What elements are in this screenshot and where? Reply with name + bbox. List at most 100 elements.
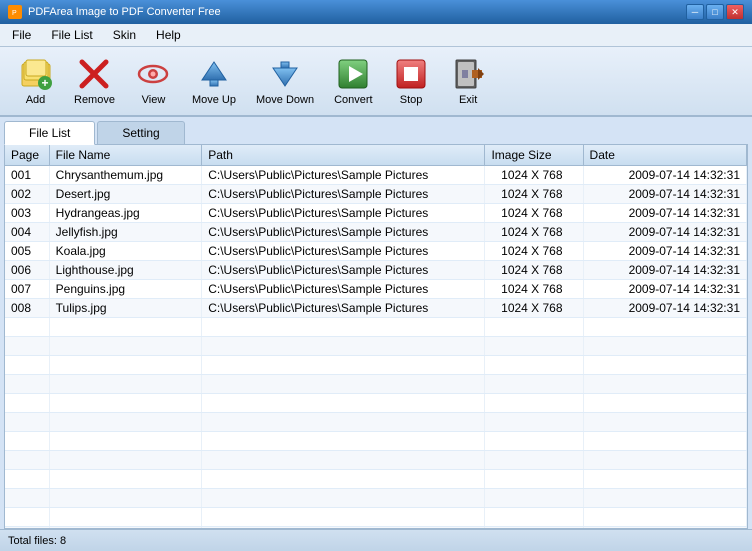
app-icon: P	[8, 5, 22, 19]
table-row[interactable]: 007 Penguins.jpg C:\Users\Public\Picture…	[5, 280, 747, 299]
table-row-empty	[5, 394, 747, 413]
menu-filelist[interactable]: File List	[43, 26, 100, 44]
app-window: P PDFArea Image to PDF Converter Free ─ …	[0, 0, 752, 551]
cell-size: 1024 X 768	[485, 223, 583, 242]
move-up-icon	[196, 56, 232, 92]
cell-page: 001	[5, 166, 49, 185]
cell-date: 2009-07-14 14:32:31	[583, 185, 746, 204]
cell-filename: Penguins.jpg	[49, 280, 202, 299]
table-row[interactable]: 005 Koala.jpg C:\Users\Public\Pictures\S…	[5, 242, 747, 261]
cell-date: 2009-07-14 14:32:31	[583, 261, 746, 280]
statusbar: Total files: 8	[0, 529, 752, 551]
tab-setting[interactable]: Setting	[97, 121, 184, 144]
cell-filename: Tulips.jpg	[49, 299, 202, 318]
table-row-empty	[5, 318, 747, 337]
convert-label: Convert	[334, 94, 373, 106]
cell-size: 1024 X 768	[485, 204, 583, 223]
table-row[interactable]: 008 Tulips.jpg C:\Users\Public\Pictures\…	[5, 299, 747, 318]
exit-label: Exit	[459, 94, 477, 106]
file-table: Page File Name Path Image Size Date 001 …	[5, 145, 747, 529]
cell-page: 003	[5, 204, 49, 223]
col-header-page: Page	[5, 145, 49, 166]
move-down-button[interactable]: Move Down	[247, 51, 323, 111]
table-row-empty	[5, 470, 747, 489]
cell-path: C:\Users\Public\Pictures\Sample Pictures	[202, 242, 485, 261]
cell-filename: Hydrangeas.jpg	[49, 204, 202, 223]
view-button[interactable]: View	[126, 51, 181, 111]
table-row-empty	[5, 375, 747, 394]
cell-filename: Lighthouse.jpg	[49, 261, 202, 280]
menu-skin[interactable]: Skin	[105, 26, 144, 44]
status-text: Total files: 8	[8, 535, 66, 547]
window-title: PDFArea Image to PDF Converter Free	[28, 6, 680, 18]
col-header-size: Image Size	[485, 145, 583, 166]
move-up-button[interactable]: Move Up	[183, 51, 245, 111]
cell-filename: Desert.jpg	[49, 185, 202, 204]
cell-path: C:\Users\Public\Pictures\Sample Pictures	[202, 280, 485, 299]
svg-text:+: +	[41, 76, 48, 90]
table-row[interactable]: 002 Desert.jpg C:\Users\Public\Pictures\…	[5, 185, 747, 204]
table-row-empty	[5, 337, 747, 356]
stop-icon	[393, 56, 429, 92]
col-header-path: Path	[202, 145, 485, 166]
cell-page: 006	[5, 261, 49, 280]
table-row-empty	[5, 413, 747, 432]
table-row-empty	[5, 432, 747, 451]
cell-page: 007	[5, 280, 49, 299]
cell-size: 1024 X 768	[485, 280, 583, 299]
cell-date: 2009-07-14 14:32:31	[583, 242, 746, 261]
view-label: View	[142, 94, 166, 106]
table-row[interactable]: 004 Jellyfish.jpg C:\Users\Public\Pictur…	[5, 223, 747, 242]
cell-page: 004	[5, 223, 49, 242]
cell-page: 005	[5, 242, 49, 261]
cell-size: 1024 X 768	[485, 261, 583, 280]
move-down-label: Move Down	[256, 94, 314, 106]
exit-icon	[450, 56, 486, 92]
convert-button[interactable]: Convert	[325, 51, 382, 111]
window-controls: ─ □ ✕	[686, 4, 744, 20]
move-up-label: Move Up	[192, 94, 236, 106]
toolbar: + Add Remove View	[0, 47, 752, 117]
table-row-empty	[5, 489, 747, 508]
close-button[interactable]: ✕	[726, 4, 744, 20]
cell-filename: Chrysanthemum.jpg	[49, 166, 202, 185]
remove-icon	[76, 56, 112, 92]
cell-page: 002	[5, 185, 49, 204]
cell-size: 1024 X 768	[485, 185, 583, 204]
remove-button[interactable]: Remove	[65, 51, 124, 111]
cell-filename: Koala.jpg	[49, 242, 202, 261]
cell-size: 1024 X 768	[485, 242, 583, 261]
cell-date: 2009-07-14 14:32:31	[583, 204, 746, 223]
content-area: Page File Name Path Image Size Date 001 …	[4, 144, 748, 529]
cell-path: C:\Users\Public\Pictures\Sample Pictures	[202, 185, 485, 204]
menu-file[interactable]: File	[4, 26, 39, 44]
table-row[interactable]: 003 Hydrangeas.jpg C:\Users\Public\Pictu…	[5, 204, 747, 223]
menubar: File File List Skin Help	[0, 24, 752, 47]
title-bar: P PDFArea Image to PDF Converter Free ─ …	[0, 0, 752, 24]
maximize-button[interactable]: □	[706, 4, 724, 20]
tabs-area: File List Setting	[0, 117, 752, 144]
cell-date: 2009-07-14 14:32:31	[583, 223, 746, 242]
add-button[interactable]: + Add	[8, 51, 63, 111]
move-down-icon	[267, 56, 303, 92]
cell-date: 2009-07-14 14:32:31	[583, 280, 746, 299]
table-row[interactable]: 006 Lighthouse.jpg C:\Users\Public\Pictu…	[5, 261, 747, 280]
add-icon: +	[18, 56, 54, 92]
remove-label: Remove	[74, 94, 115, 106]
table-row[interactable]: 001 Chrysanthemum.jpg C:\Users\Public\Pi…	[5, 166, 747, 185]
stop-label: Stop	[400, 94, 423, 106]
cell-size: 1024 X 768	[485, 299, 583, 318]
menu-help[interactable]: Help	[148, 26, 189, 44]
tab-file-list[interactable]: File List	[4, 121, 95, 145]
minimize-button[interactable]: ─	[686, 4, 704, 20]
col-header-filename: File Name	[49, 145, 202, 166]
stop-button[interactable]: Stop	[384, 51, 439, 111]
cell-path: C:\Users\Public\Pictures\Sample Pictures	[202, 223, 485, 242]
add-label: Add	[26, 94, 46, 106]
cell-date: 2009-07-14 14:32:31	[583, 166, 746, 185]
cell-size: 1024 X 768	[485, 166, 583, 185]
table-row-empty	[5, 508, 747, 527]
table-row-empty	[5, 451, 747, 470]
cell-page: 008	[5, 299, 49, 318]
exit-button[interactable]: Exit	[441, 51, 496, 111]
